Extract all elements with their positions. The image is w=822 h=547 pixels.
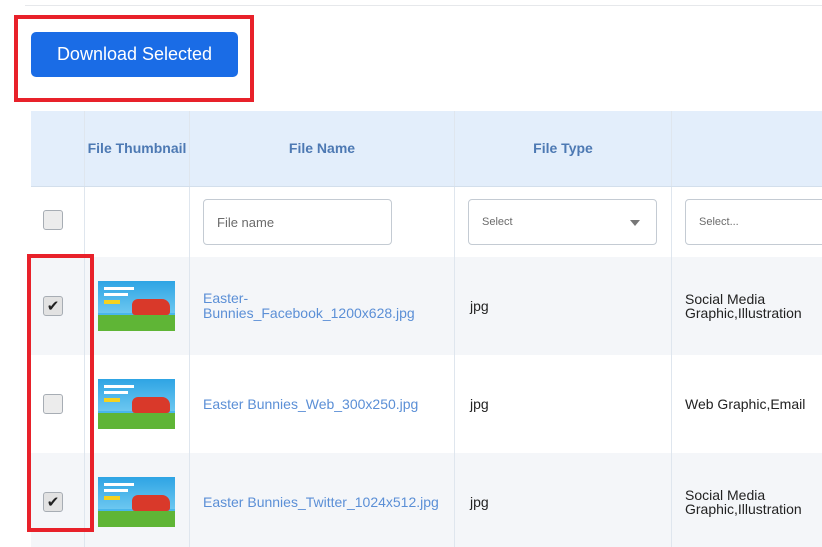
category-value: Web Graphic,Email <box>685 396 806 412</box>
row-thumbnail-cell <box>85 453 190 547</box>
select-all-checkbox[interactable] <box>43 210 63 230</box>
table-row: ✔ Easter Bunnies_Twitter_1024x512.jpg jp… <box>31 453 822 547</box>
category-select-value: Select... <box>699 216 739 228</box>
header-thumbnail: File Thumbnail <box>85 111 190 186</box>
header-select-column <box>31 111 85 186</box>
files-table: File Thumbnail File Name File Type Selec… <box>31 111 822 547</box>
header-file-name[interactable]: File Name <box>190 111 455 186</box>
file-type-select-value: Select <box>482 216 513 228</box>
header-category[interactable] <box>672 111 822 186</box>
row-select-cell <box>31 355 85 453</box>
header-file-type-label: File Type <box>533 140 593 156</box>
file-name-link[interactable]: Easter Bunnies_Twitter_1024x512.jpg <box>190 494 443 510</box>
download-selected-button[interactable]: Download Selected <box>31 32 238 77</box>
row-file-type-cell: jpg <box>455 355 672 453</box>
category-select[interactable]: Select... <box>685 199 822 245</box>
top-divider <box>25 5 822 6</box>
checkmark-icon: ✔ <box>46 297 60 315</box>
file-type-value: jpg <box>470 298 489 314</box>
thumbnail-filter-cell <box>85 187 190 257</box>
table-row: ✔ Easter-Bunnies_Facebook_1200x628.jpg j… <box>31 257 822 355</box>
row-select-cell: ✔ <box>31 453 85 547</box>
row-file-name-cell: Easter-Bunnies_Facebook_1200x628.jpg <box>190 257 455 355</box>
header-thumbnail-label: File Thumbnail <box>87 140 187 156</box>
row-file-name-cell: Easter Bunnies_Twitter_1024x512.jpg <box>190 453 455 547</box>
row-file-name-cell: Easter Bunnies_Web_300x250.jpg <box>190 355 455 453</box>
table-row: Easter Bunnies_Web_300x250.jpg jpg Web G… <box>31 355 822 453</box>
file-type-value: jpg <box>470 396 489 412</box>
file-name-filter-input[interactable] <box>203 199 392 245</box>
file-thumbnail-image[interactable] <box>98 379 175 429</box>
file-type-value: jpg <box>470 494 489 510</box>
row-category-cell: Social Media Graphic,Illustration <box>672 257 822 355</box>
row-checkbox[interactable] <box>43 394 63 414</box>
row-checkbox[interactable]: ✔ <box>43 492 63 512</box>
file-thumbnail-image[interactable] <box>98 477 175 527</box>
row-category-cell: Web Graphic,Email <box>672 355 822 453</box>
chevron-down-icon <box>630 220 640 226</box>
row-file-type-cell: jpg <box>455 257 672 355</box>
row-thumbnail-cell <box>85 355 190 453</box>
category-value: Social Media Graphic,Illustration <box>685 291 802 321</box>
file-type-select[interactable]: Select <box>468 199 657 245</box>
header-file-name-label: File Name <box>288 140 356 156</box>
table-header-row: File Thumbnail File Name File Type <box>31 111 822 187</box>
row-file-type-cell: jpg <box>455 453 672 547</box>
category-filter-cell: Select... <box>672 187 822 257</box>
file-type-filter-cell: Select <box>455 187 672 257</box>
checkmark-icon: ✔ <box>46 493 60 511</box>
file-name-link[interactable]: Easter-Bunnies_Facebook_1200x628.jpg <box>190 291 454 321</box>
category-value: Social Media Graphic,Illustration <box>685 487 802 517</box>
select-all-cell <box>31 187 85 257</box>
file-thumbnail-image[interactable] <box>98 281 175 331</box>
file-name-link[interactable]: Easter Bunnies_Web_300x250.jpg <box>190 396 422 412</box>
row-category-cell: Social Media Graphic,Illustration <box>672 453 822 547</box>
row-checkbox[interactable]: ✔ <box>43 296 63 316</box>
header-file-type[interactable]: File Type <box>455 111 672 186</box>
filter-row: Select Select... <box>31 187 822 257</box>
row-select-cell: ✔ <box>31 257 85 355</box>
file-name-filter-cell <box>190 187 455 257</box>
row-thumbnail-cell <box>85 257 190 355</box>
